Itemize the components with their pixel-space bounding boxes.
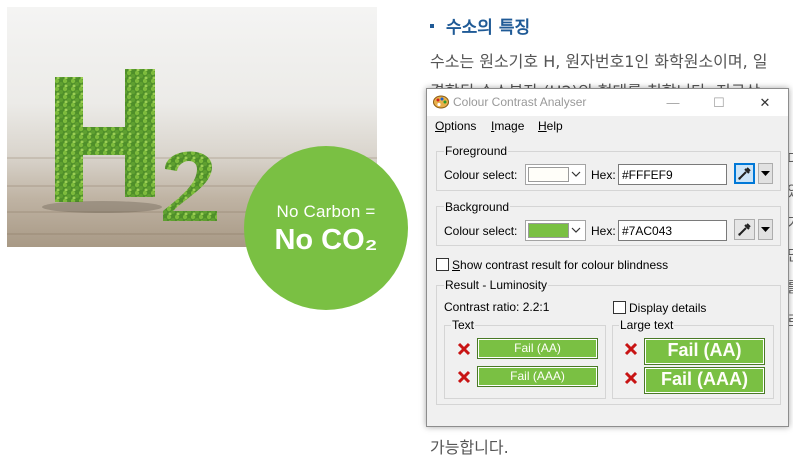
title-bar[interactable]: Colour Contrast Analyser — ☐ ✕ xyxy=(427,89,788,116)
foreground-swatch xyxy=(528,167,569,182)
text-result-group xyxy=(444,325,606,399)
chevron-down-icon xyxy=(571,227,581,233)
no-carbon-badge: No Carbon = No CO₂ xyxy=(244,146,408,310)
menu-help-accelerator: H xyxy=(538,119,547,133)
chevron-down-icon xyxy=(571,171,581,177)
red-x-icon xyxy=(624,371,638,385)
menu-image-label: mage xyxy=(494,119,525,133)
background-hex-input[interactable]: #7AC043 xyxy=(618,220,727,241)
colour-blindness-label[interactable]: Show contrast result for colour blindnes… xyxy=(452,258,668,272)
menu-image[interactable]: Image xyxy=(491,119,524,133)
badge-text-no-carbon: No Carbon = xyxy=(276,202,376,221)
menu-options[interactable]: Options xyxy=(435,119,476,133)
display-details-label[interactable]: Display details xyxy=(629,301,706,315)
background-eyedropper-dropdown[interactable] xyxy=(758,219,773,240)
maximize-button[interactable]: ☐ xyxy=(696,89,742,116)
minimize-button[interactable]: — xyxy=(650,89,696,116)
colour-blindness-checkbox[interactable] xyxy=(436,258,449,271)
menu-help-label: elp xyxy=(546,119,563,133)
background-group-label: Background xyxy=(444,200,511,214)
display-details-checkbox[interactable] xyxy=(613,301,626,314)
triangle-down-icon xyxy=(761,227,770,232)
foreground-eyedropper-button[interactable] xyxy=(734,163,755,184)
badge-text-no-co2: No CO₂ xyxy=(274,224,378,256)
menu-options-accelerator: O xyxy=(435,119,445,133)
text-aa-result: Fail (AA) xyxy=(477,338,598,359)
background-colour-combo[interactable] xyxy=(525,220,586,241)
body-text-line-1: 수소는 원소기호 H, 원자번호1인 화학원소이며, 일 xyxy=(430,52,768,71)
close-button[interactable]: ✕ xyxy=(742,89,788,116)
red-x-icon xyxy=(457,342,471,356)
section-title: 수소의 특징 xyxy=(430,13,530,38)
foreground-group-label: Foreground xyxy=(444,144,509,158)
menu-options-label: ptions xyxy=(444,119,477,133)
foreground-hex-label: Hex: xyxy=(591,168,616,182)
red-x-icon xyxy=(624,342,638,356)
large-text-aa-result: Fail (AA) xyxy=(644,338,765,365)
background-hex-label: Hex: xyxy=(591,224,616,238)
background-eyedropper-button[interactable] xyxy=(734,219,755,240)
colour-contrast-analyser-window: Colour Contrast Analyser — ☐ ✕ Options I… xyxy=(426,88,789,427)
contrast-ratio: Contrast ratio: 2.2:1 xyxy=(444,300,550,314)
text-aaa-result: Fail (AAA) xyxy=(477,366,598,387)
foreground-colour-select-label: Colour select: xyxy=(444,168,518,182)
large-text-result-label: Large text xyxy=(619,318,675,332)
colour-blindness-accelerator: S xyxy=(452,258,461,272)
palette-icon xyxy=(433,95,449,109)
eyedropper-icon xyxy=(738,167,751,180)
menu-help[interactable]: Help xyxy=(538,119,563,133)
foreground-hex-input[interactable]: #FFFEF9 xyxy=(618,164,727,185)
body-text-line-last: 가능합니다. xyxy=(430,438,509,457)
text-result-label: Text xyxy=(451,318,476,332)
triangle-down-icon xyxy=(761,171,770,176)
red-x-icon xyxy=(457,370,471,384)
eyedropper-icon xyxy=(738,223,751,236)
background-colour-select-label: Colour select: xyxy=(444,224,518,238)
large-text-aaa-result: Fail (AAA) xyxy=(644,367,765,394)
colour-blindness-text: how contrast result for colour blindness xyxy=(460,258,669,272)
window-title: Colour Contrast Analyser xyxy=(453,95,587,109)
section-title-text: 수소의 특징 xyxy=(446,18,531,38)
foreground-eyedropper-dropdown[interactable] xyxy=(758,163,773,184)
menu-bar: Options Image Help xyxy=(427,116,788,136)
foreground-colour-combo[interactable] xyxy=(525,164,586,185)
background-swatch xyxy=(528,223,569,238)
title-bullet-icon xyxy=(430,24,434,28)
result-group-label: Result - Luminosity xyxy=(444,278,549,292)
